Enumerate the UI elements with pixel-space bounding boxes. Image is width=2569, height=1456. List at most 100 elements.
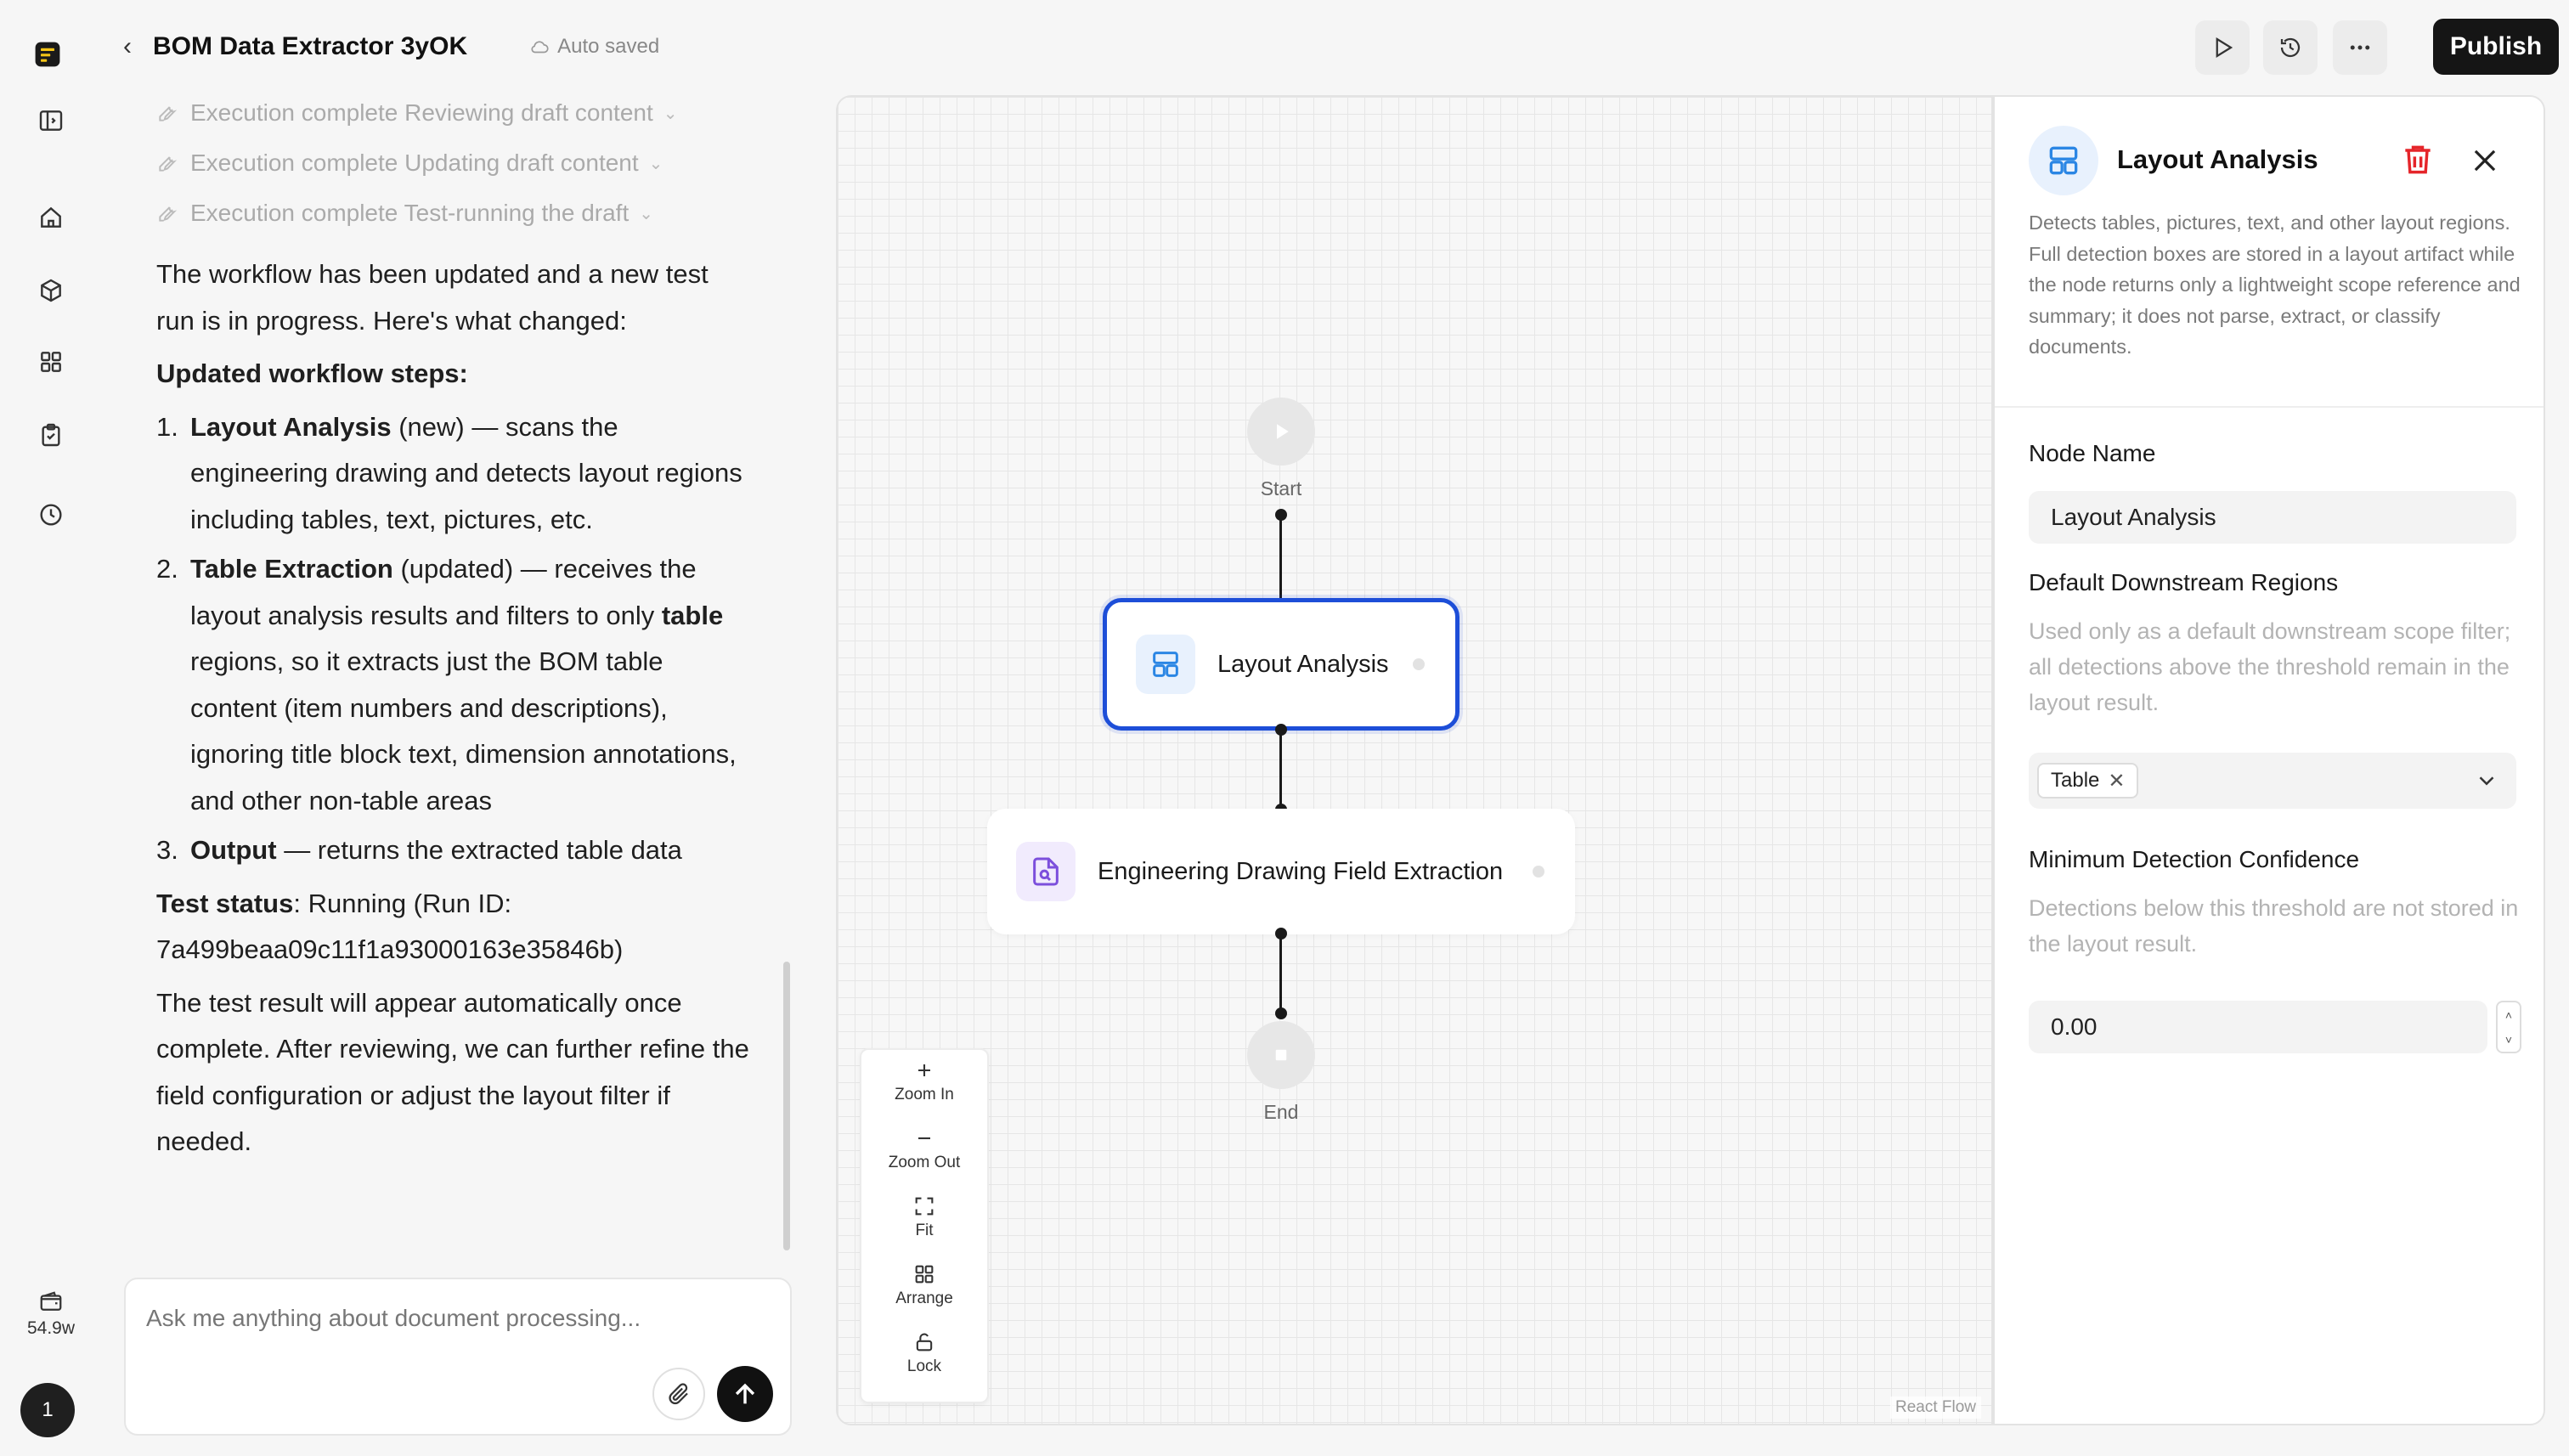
node-name-label: Node Name — [2029, 440, 2156, 466]
arrow-up-icon — [735, 1383, 755, 1404]
node-label: Layout Analysis — [1217, 650, 1389, 678]
step-name: Table Extraction — [190, 554, 393, 584]
chevron-down-icon: ⌄ — [663, 104, 678, 123]
node-status-dot — [1413, 658, 1425, 670]
trash-icon — [2405, 145, 2431, 174]
delete-node-button[interactable] — [2394, 136, 2442, 183]
canvas-controls: Zoom In Zoom Out Fit Arrange Lock — [860, 1048, 989, 1403]
chevron-down-icon: ⌄ — [639, 204, 653, 223]
wrench-icon — [159, 106, 178, 121]
app-logo-icon[interactable] — [34, 41, 68, 75]
edge-handle[interactable] — [1275, 1007, 1287, 1019]
exec-line[interactable]: Execution complete Updating draft conten… — [156, 146, 663, 180]
steps-list: 1. Layout Analysis (new) — scans the eng… — [156, 404, 751, 874]
node-layout-analysis[interactable]: Layout Analysis — [1103, 598, 1460, 731]
paperclip-icon — [669, 1383, 688, 1405]
avatar[interactable]: 1 — [20, 1383, 75, 1437]
grid-icon[interactable] — [34, 345, 68, 379]
panel-description: Detects tables, pictures, text, and othe… — [2029, 212, 2521, 358]
autosave-label: Auto saved — [557, 35, 660, 58]
exec-line[interactable]: Execution complete Reviewing draft conte… — [156, 96, 678, 130]
chevron-down-icon — [2479, 776, 2494, 786]
unlock-icon — [916, 1333, 933, 1352]
cloud-icon — [531, 41, 549, 54]
exec-line[interactable]: Execution complete Test-running the draf… — [156, 196, 653, 230]
confidence-field[interactable]: 0.00 — [2029, 1001, 2487, 1053]
end-node[interactable] — [1247, 1021, 1315, 1089]
history-icon[interactable] — [34, 498, 68, 532]
node-inspector-panel: Layout Analysis Detects tables, pictures… — [1993, 95, 2545, 1425]
grid-icon — [915, 1265, 934, 1284]
stop-icon — [1275, 1049, 1287, 1061]
wallet-icon — [40, 1291, 62, 1311]
attach-button[interactable] — [652, 1368, 705, 1420]
regions-label: Default Downstream Regions — [2029, 569, 2339, 595]
fit-icon — [915, 1197, 934, 1216]
history-button[interactable] — [2263, 20, 2318, 75]
steps-heading: Updated workflow steps: — [156, 358, 468, 388]
regions-select[interactable]: Table ✕ — [2029, 753, 2516, 809]
confidence-help: Detections below this threshold are not … — [2029, 895, 2519, 957]
header: ‹ BOM Data Extractor 3yOK Auto saved — [102, 25, 659, 68]
chevron-up-icon[interactable]: ˄ — [2505, 1008, 2512, 1022]
node-name-field[interactable]: Layout Analysis — [2029, 491, 2516, 544]
close-icon — [2474, 150, 2496, 172]
cube-icon[interactable] — [34, 274, 68, 308]
regions-help: Used only as a default downstream scope … — [2029, 618, 2511, 715]
exec-line-text: Execution complete Reviewing draft conte… — [190, 99, 653, 126]
list-item: 1. Layout Analysis (new) — scans the eng… — [156, 411, 742, 534]
history-icon — [2280, 37, 2301, 58]
end-label: End — [1263, 1101, 1299, 1123]
layout-icon — [2029, 126, 2098, 195]
composer-input[interactable]: Ask me anything about document processin… — [146, 1305, 641, 1332]
publish-button[interactable]: Publish — [2433, 19, 2559, 75]
chat-panel: ‹ BOM Data Extractor 3yOK Auto saved Exe… — [102, 0, 807, 1456]
send-button[interactable] — [717, 1366, 773, 1422]
sidebar-toggle-icon[interactable] — [34, 104, 68, 138]
region-chip[interactable]: Table ✕ — [2037, 763, 2139, 799]
wrench-icon — [159, 156, 178, 172]
fit-view-button[interactable]: Fit — [861, 1186, 987, 1254]
autosave-status: Auto saved — [528, 35, 659, 59]
zoom-in-button[interactable]: Zoom In — [861, 1050, 987, 1118]
step-name: Output — [190, 835, 277, 865]
panel-title: Layout Analysis — [2117, 144, 2318, 174]
node-label: Engineering Drawing Field Extraction — [1098, 857, 1504, 885]
node-engineering-drawing-field-extraction[interactable]: Engineering Drawing Field Extraction — [987, 809, 1575, 934]
arrange-button[interactable]: Arrange — [861, 1254, 987, 1322]
start-node[interactable] — [1247, 398, 1315, 466]
edge — [1279, 515, 1282, 612]
test-status: Test status: Running (Run ID: 7a499beaa0… — [156, 888, 624, 965]
close-panel-button[interactable] — [2464, 139, 2506, 182]
run-button[interactable] — [2195, 20, 2250, 75]
credits-indicator[interactable]: 54.9w — [19, 1290, 83, 1339]
chat-scrollbar[interactable] — [783, 962, 790, 1250]
react-flow-attribution[interactable]: React Flow — [1889, 1397, 1981, 1419]
divider — [1995, 406, 2544, 408]
step-name: Layout Analysis — [190, 411, 392, 442]
back-button[interactable]: ‹ — [102, 32, 153, 61]
play-icon — [1277, 424, 1289, 439]
confidence-stepper[interactable]: ˄ ˅ — [2496, 1001, 2521, 1053]
left-rail: 54.9w 1 — [0, 0, 102, 1456]
message-intro: The workflow has been updated and a new … — [156, 259, 709, 336]
edge — [1279, 730, 1282, 815]
workflow-canvas[interactable]: Start Layout Analysis Engineering Drawin… — [836, 95, 1993, 1425]
home-icon[interactable] — [34, 200, 68, 234]
clipboard-icon[interactable] — [34, 418, 68, 452]
minus-icon — [918, 1137, 930, 1140]
list-item: 3. Output — returns the extracted table … — [156, 835, 682, 865]
confidence-label: Minimum Detection Confidence — [2029, 846, 2360, 872]
chevron-down-icon[interactable]: ˅ — [2505, 1033, 2512, 1047]
page-title: BOM Data Extractor 3yOK — [153, 32, 468, 60]
zoom-out-button[interactable]: Zoom Out — [861, 1118, 987, 1186]
play-icon — [2216, 37, 2233, 59]
chip-label: Table — [2051, 769, 2100, 792]
more-button[interactable] — [2333, 20, 2387, 75]
assistant-message: The workflow has been updated and a new … — [156, 251, 751, 1165]
more-icon — [2350, 45, 2370, 50]
chip-remove-icon[interactable]: ✕ — [2108, 769, 2125, 793]
chat-composer[interactable]: Ask me anything about document processin… — [124, 1278, 792, 1436]
lock-button[interactable]: Lock — [861, 1322, 987, 1390]
plus-icon — [918, 1064, 930, 1076]
